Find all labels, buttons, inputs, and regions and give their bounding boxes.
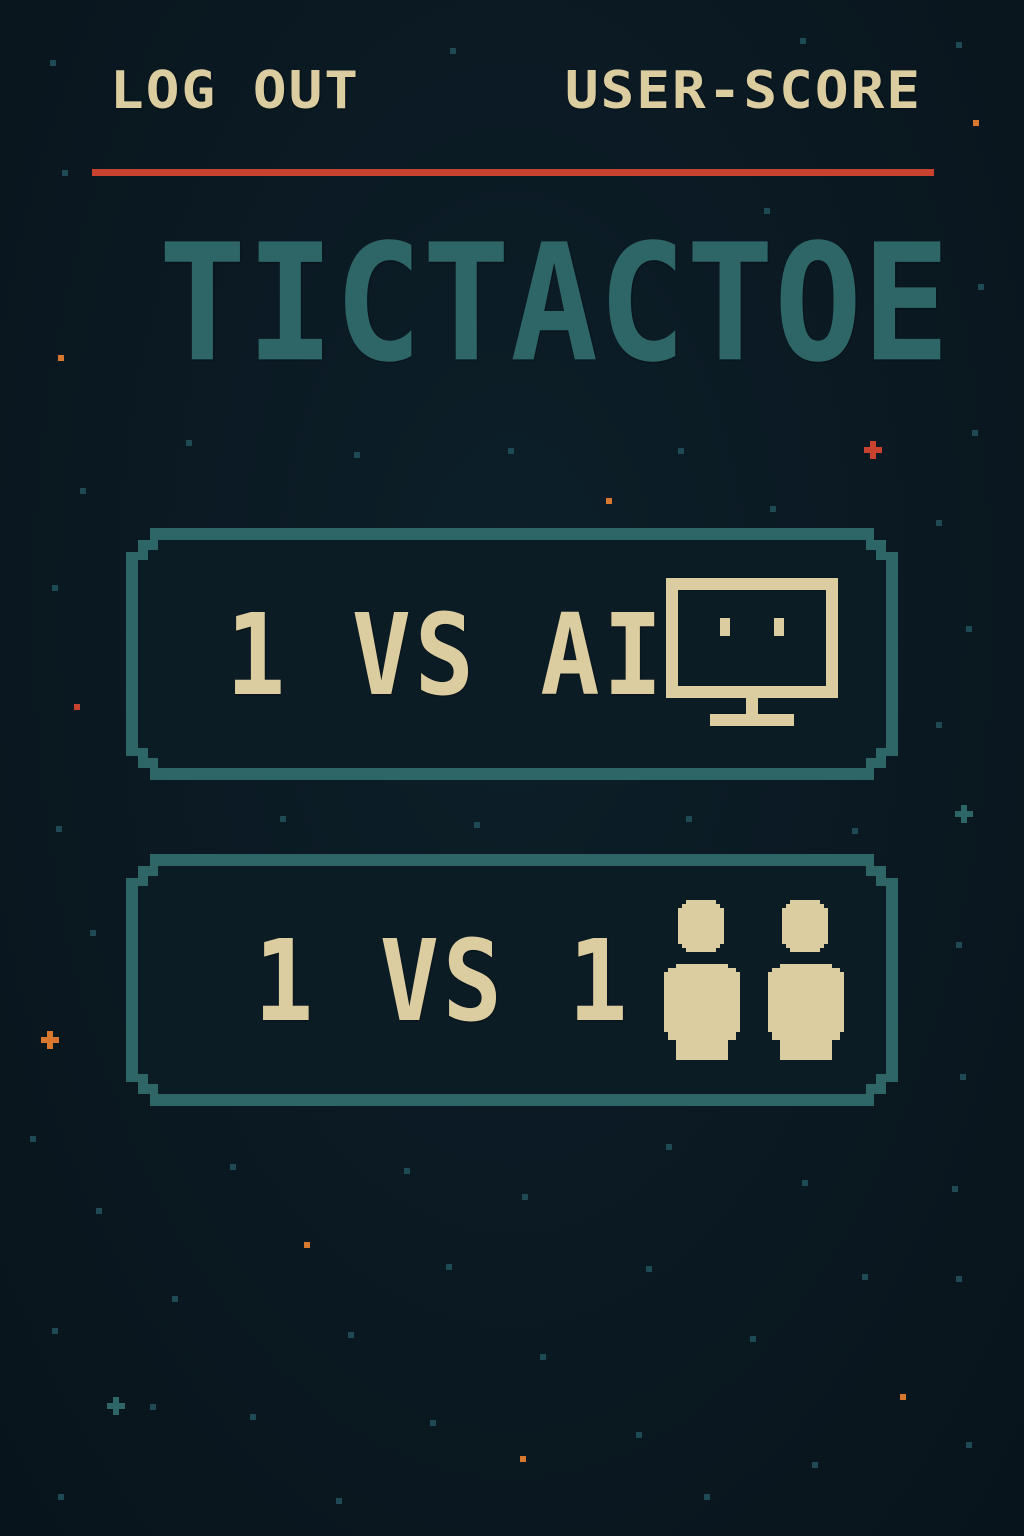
star-dot	[522, 1194, 528, 1200]
star-dot	[430, 1420, 436, 1426]
star-dot	[956, 42, 962, 48]
star-dot	[172, 1296, 178, 1302]
star-dot	[80, 488, 86, 494]
star-dot	[62, 170, 68, 176]
star-dot	[900, 1394, 906, 1400]
game-menu-screen: LOG OUT USER-SCORE TICTACTOE 1 VS AI 1 V…	[0, 0, 1024, 1536]
star-dot	[936, 520, 942, 526]
star-cross	[113, 1397, 119, 1415]
star-dot	[250, 1414, 256, 1420]
star-dot	[150, 1404, 156, 1410]
star-dot	[666, 1144, 672, 1150]
two-players-icon	[664, 900, 844, 1060]
star-dot	[58, 355, 64, 361]
star-dot	[800, 38, 806, 44]
star-dot	[520, 1456, 526, 1462]
star-dot	[636, 1432, 642, 1438]
star-dot	[52, 585, 58, 591]
star-dot	[540, 1354, 546, 1360]
mode-label: 1 VS 1	[254, 917, 632, 1047]
star-dot	[606, 498, 612, 504]
star-dot	[446, 1264, 452, 1270]
mode-1-vs-ai-button[interactable]: 1 VS AI	[126, 528, 898, 780]
star-dot	[770, 506, 776, 512]
star-dot	[450, 48, 456, 54]
star-dot	[686, 816, 692, 822]
user-score-button[interactable]: USER-SCORE	[565, 62, 922, 121]
star-dot	[304, 1242, 310, 1248]
star-dot	[30, 1136, 36, 1142]
star-dot	[802, 1180, 808, 1186]
mode-1-vs-1-button[interactable]: 1 VS 1	[126, 854, 898, 1106]
star-dot	[936, 722, 942, 728]
mode-label: 1 VS AI	[226, 591, 667, 721]
star-dot	[96, 1208, 102, 1214]
star-dot	[52, 1328, 58, 1334]
star-dot	[956, 942, 962, 948]
star-dot	[354, 452, 360, 458]
game-title: TICTACTOE	[158, 209, 950, 399]
star-dot	[956, 1276, 962, 1282]
star-dot	[336, 1498, 342, 1504]
star-dot	[508, 448, 514, 454]
star-cross	[961, 805, 967, 823]
star-dot	[978, 284, 984, 290]
star-dot	[74, 704, 80, 710]
star-dot	[704, 1494, 710, 1500]
star-dot	[58, 1494, 64, 1500]
star-dot	[678, 448, 684, 454]
star-cross	[47, 1031, 53, 1049]
star-dot	[280, 816, 286, 822]
star-dot	[952, 1186, 958, 1192]
star-dot	[966, 626, 972, 632]
star-dot	[348, 1332, 354, 1338]
star-cross	[870, 441, 876, 459]
star-dot	[186, 440, 192, 446]
star-dot	[960, 1074, 966, 1080]
logout-button[interactable]: LOG OUT	[110, 62, 360, 121]
star-dot	[972, 430, 978, 436]
monitor-icon	[666, 578, 838, 726]
star-dot	[862, 1274, 868, 1280]
star-dot	[90, 930, 96, 936]
star-dot	[474, 822, 480, 828]
star-dot	[750, 1336, 756, 1342]
star-dot	[404, 1168, 410, 1174]
star-dot	[852, 828, 858, 834]
header-divider	[92, 169, 934, 176]
star-dot	[50, 60, 56, 66]
star-dot	[230, 1164, 236, 1170]
star-dot	[812, 1462, 818, 1468]
star-dot	[973, 120, 979, 126]
star-dot	[646, 1266, 652, 1272]
star-dot	[966, 1442, 972, 1448]
star-dot	[56, 826, 62, 832]
